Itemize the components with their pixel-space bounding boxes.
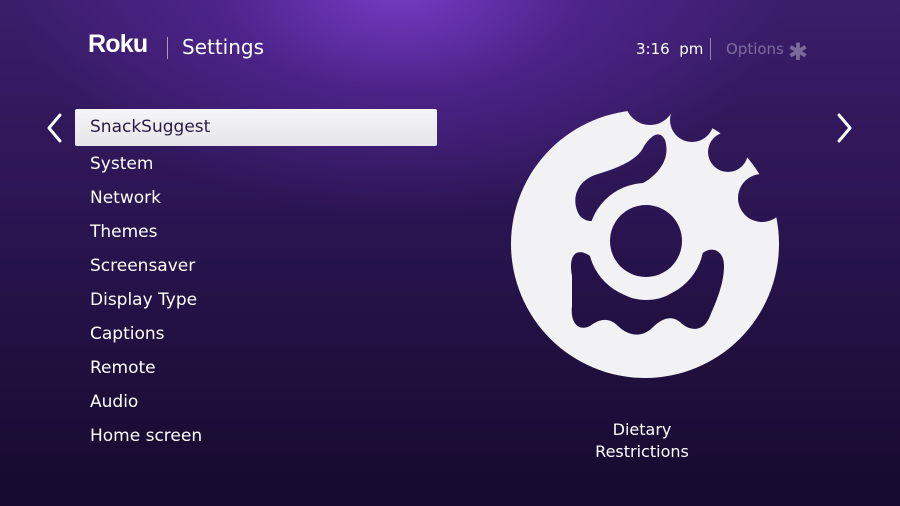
menu-item-audio[interactable]: Audio bbox=[75, 384, 437, 418]
menu-item-themes[interactable]: Themes bbox=[75, 214, 437, 248]
page-title: Settings bbox=[182, 35, 265, 59]
menu-item-network[interactable]: Network bbox=[75, 180, 437, 214]
preview-caption: Dietary Restrictions bbox=[595, 420, 689, 461]
options-label: Options bbox=[726, 40, 784, 58]
title-divider bbox=[167, 37, 168, 59]
settings-menu: SnackSuggest System Network Themes Scree… bbox=[75, 109, 437, 452]
menu-item-remote[interactable]: Remote bbox=[75, 350, 437, 384]
roku-logo: Roku bbox=[88, 30, 148, 58]
options-button[interactable]: Options ✱ bbox=[726, 37, 808, 66]
menu-item-snacksuggest[interactable]: SnackSuggest bbox=[75, 109, 437, 146]
chevron-right-icon[interactable] bbox=[832, 112, 856, 144]
options-divider bbox=[710, 38, 711, 60]
menu-item-display-type[interactable]: Display Type bbox=[75, 282, 437, 316]
chevron-left-icon[interactable] bbox=[43, 112, 67, 144]
menu-item-system[interactable]: System bbox=[75, 146, 437, 180]
asterisk-icon: ✱ bbox=[787, 37, 808, 66]
donut-icon bbox=[510, 106, 782, 382]
clock: 3:16 pm bbox=[636, 40, 704, 58]
menu-item-captions[interactable]: Captions bbox=[75, 316, 437, 350]
menu-item-home-screen[interactable]: Home screen bbox=[75, 418, 437, 452]
menu-item-screensaver[interactable]: Screensaver bbox=[75, 248, 437, 282]
